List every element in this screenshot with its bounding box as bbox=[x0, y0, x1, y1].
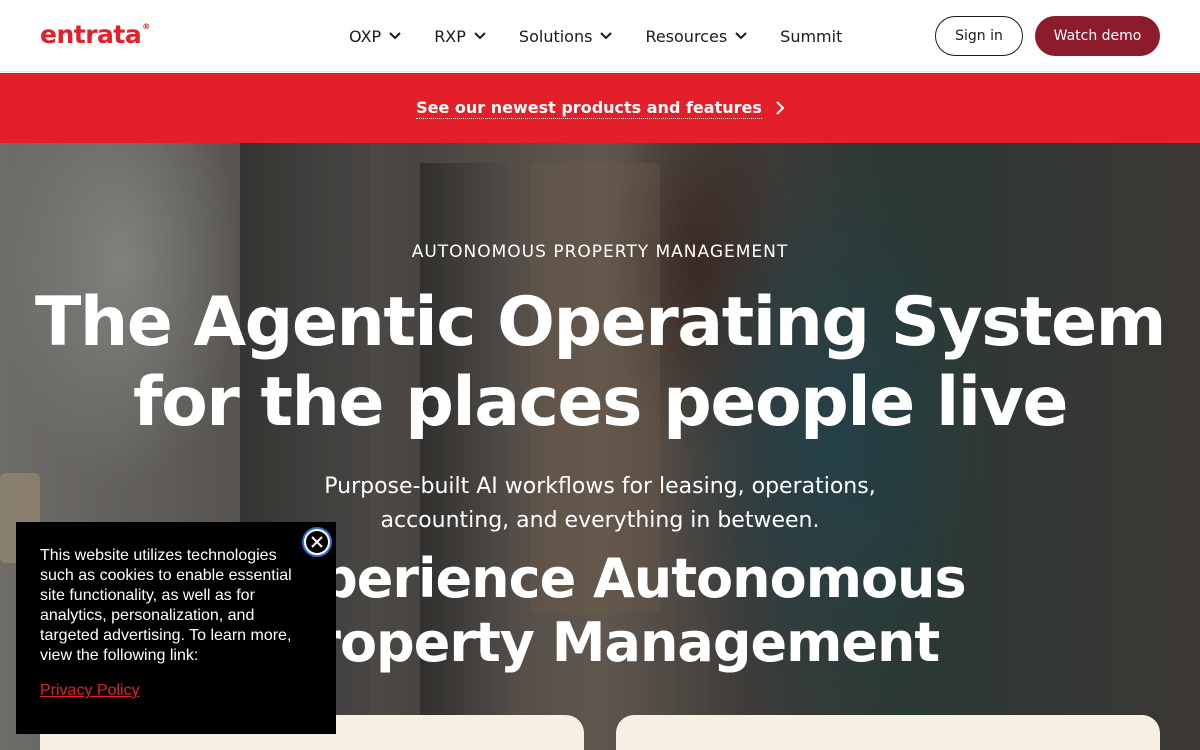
cookie-banner: This website utilizes technologies such … bbox=[16, 522, 336, 734]
announcement-link[interactable]: See our newest products and features bbox=[416, 98, 762, 119]
hero-subheading-line-1: Purpose-built AI workflows for leasing, … bbox=[324, 474, 876, 499]
chevron-down-icon bbox=[735, 32, 747, 40]
nav-item-label: RXP bbox=[434, 26, 466, 46]
announcement-bar: See our newest products and features bbox=[0, 73, 1200, 143]
watch-demo-button[interactable]: Watch demo bbox=[1035, 16, 1160, 56]
nav-item-label: Summit bbox=[780, 26, 843, 46]
cookie-message: This website utilizes technologies such … bbox=[40, 547, 292, 664]
main-nav: OXP RXP Solutions Resources Summit bbox=[349, 24, 842, 48]
site-header: entrata® OXP RXP Solutions Resources Sum… bbox=[0, 0, 1200, 72]
nav-item-label: Solutions bbox=[518, 26, 593, 46]
hero-headline-line-1: The Agentic Operating System bbox=[34, 283, 1167, 362]
privacy-policy-link[interactable]: Privacy Policy bbox=[40, 682, 140, 700]
nav-item-label: Resources bbox=[645, 26, 728, 46]
hero-eyebrow: AUTONOMOUS PROPERTY MANAGEMENT bbox=[411, 242, 789, 262]
nav-item-summit[interactable]: Summit bbox=[780, 27, 842, 46]
nav-item-label: OXP bbox=[349, 26, 382, 46]
chevron-down-icon bbox=[600, 32, 613, 40]
chevron-right-icon[interactable] bbox=[776, 101, 784, 115]
nav-item-resources[interactable]: Resources bbox=[645, 27, 747, 46]
nav-item-oxp[interactable]: OXP bbox=[349, 27, 401, 46]
chevron-down-icon bbox=[474, 32, 486, 40]
hero-subheading: Purpose-built AI workflows for leasing, … bbox=[300, 470, 900, 538]
logo-registered-mark: ® bbox=[142, 22, 150, 31]
entrata-logo[interactable]: entrata® bbox=[40, 20, 150, 49]
sign-in-button[interactable]: Sign in bbox=[935, 16, 1023, 56]
hero-subheading-line-2: accounting, and everything in between. bbox=[380, 508, 820, 533]
feature-card-right[interactable] bbox=[616, 715, 1160, 750]
hero-headline-line-2: for the places people live bbox=[132, 363, 1069, 442]
hero-headline: The Agentic Operating System for the pla… bbox=[0, 283, 1200, 443]
chevron-down-icon bbox=[389, 32, 401, 40]
nav-item-rxp[interactable]: RXP bbox=[434, 27, 486, 46]
nav-item-solutions[interactable]: Solutions bbox=[519, 27, 613, 46]
logo-text: entrata bbox=[40, 20, 142, 49]
